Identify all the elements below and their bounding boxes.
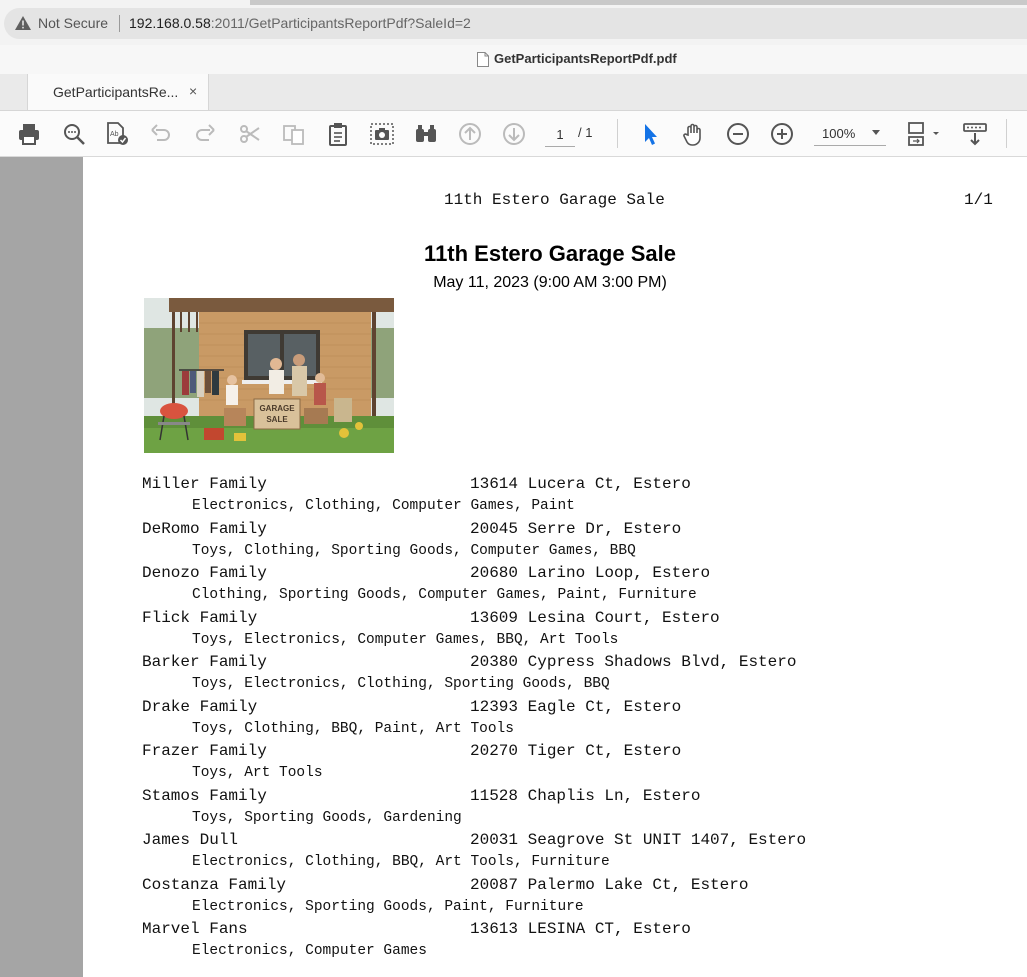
list-item: Costanza Family 20087 Palermo Lake Ct, Es… bbox=[142, 876, 1002, 921]
zoom-select[interactable]: 100% bbox=[814, 121, 886, 146]
participant-categories: Toys, Art Tools bbox=[192, 765, 323, 781]
participant-address: 13614 Lucera Ct, Estero bbox=[470, 475, 691, 493]
zoom-value: 100% bbox=[822, 126, 856, 141]
snapshot-icon[interactable] bbox=[369, 121, 395, 147]
address-divider bbox=[119, 15, 120, 32]
url-text[interactable]: 192.168.0.58:2011/GetParticipantsReportP… bbox=[129, 15, 471, 31]
undo-icon[interactable] bbox=[148, 121, 174, 147]
list-item: Barker Family 20380 Cypress Shadows Blvd,… bbox=[142, 653, 1002, 698]
running-header: 11th Estero Garage Sale bbox=[444, 191, 665, 209]
list-item: Drake Family 12393 Eagle Ct, Estero Toys, … bbox=[142, 698, 1002, 743]
list-item: Stamos Family 11528 Chaplis Ln, Estero Toy… bbox=[142, 787, 1002, 832]
pdf-toolbar: Ab / 1 100% bbox=[0, 111, 1027, 157]
pdf-title-bar: GetParticipantsReportPdf.pdf bbox=[0, 45, 1027, 75]
url-host: 192.168.0.58 bbox=[129, 15, 211, 31]
security-status[interactable]: Not Secure bbox=[38, 15, 108, 31]
participant-name: Marvel Fans bbox=[142, 920, 248, 938]
participant-address: 20270 Tiger Ct, Estero bbox=[470, 742, 682, 760]
participant-name: Barker Family bbox=[142, 653, 267, 671]
print-icon[interactable] bbox=[16, 121, 42, 147]
chevron-down-icon bbox=[872, 130, 880, 135]
warning-icon bbox=[15, 16, 31, 30]
participant-name: Drake Family bbox=[142, 697, 258, 716]
document-tab[interactable]: GetParticipantsRe... × bbox=[27, 74, 209, 110]
spell-check-icon[interactable]: Ab bbox=[104, 121, 130, 147]
participant-address: 20380 Cypress Shadows Blvd, Estero bbox=[470, 653, 797, 671]
url-path: :2011/GetParticipantsReportPdf?SaleId=2 bbox=[210, 15, 471, 31]
redo-icon[interactable] bbox=[192, 121, 218, 147]
participant-name: Stamos Family bbox=[142, 786, 267, 805]
participant-list: Miller Family 13614 Lucera Ct, Estero Elec… bbox=[142, 475, 1002, 965]
document-tab-label: GetParticipantsRe... bbox=[53, 84, 179, 100]
page-total-label: / 1 bbox=[578, 125, 593, 140]
next-page-icon[interactable] bbox=[501, 121, 527, 147]
close-tab-icon[interactable]: × bbox=[189, 83, 197, 99]
participant-name: Flick Family bbox=[142, 608, 258, 627]
sale-date: May 11, 2023 (9:00 AM 3:00 PM) bbox=[433, 274, 667, 291]
participant-categories: Electronics, Clothing, Computer Games, P… bbox=[192, 498, 575, 514]
page-indicator: 1/1 bbox=[964, 191, 993, 209]
list-item: Miller Family 13614 Lucera Ct, Estero Elec… bbox=[142, 475, 1002, 520]
svg-text:Ab: Ab bbox=[110, 131, 119, 138]
participant-categories: Toys, Sporting Goods, Gardening bbox=[192, 809, 462, 826]
address-bar[interactable]: Not Secure 192.168.0.58:2011/GetParticip… bbox=[4, 8, 1027, 39]
hand-tool-icon[interactable] bbox=[681, 121, 707, 147]
zoom-in-icon[interactable] bbox=[769, 121, 795, 147]
participant-address: 20045 Serre Dr, Estero bbox=[470, 519, 682, 538]
document-title: 11th Estero Garage Sale bbox=[424, 241, 676, 266]
participant-categories: Electronics, Computer Games bbox=[192, 943, 427, 959]
zoom-out-icon[interactable] bbox=[725, 121, 751, 147]
svg-text:GARAGE: GARAGE bbox=[259, 404, 295, 413]
document-icon bbox=[477, 52, 489, 67]
previous-page-icon[interactable] bbox=[457, 121, 483, 147]
participant-name: James Dull bbox=[142, 831, 239, 849]
read-mode-icon[interactable] bbox=[962, 121, 988, 147]
page-fit-icon[interactable] bbox=[906, 121, 942, 147]
cut-icon[interactable] bbox=[237, 121, 263, 147]
participant-name: Miller Family bbox=[142, 475, 267, 493]
list-item: Frazer Family 20270 Tiger Ct, Estero Toys,… bbox=[142, 742, 1002, 787]
participant-address: 20680 Larino Loop, Estero bbox=[470, 564, 711, 582]
participant-name: Denozo Family bbox=[142, 564, 267, 582]
participant-categories: Toys, Clothing, BBQ, Paint, Art Tools bbox=[192, 720, 514, 737]
toolbar-divider bbox=[617, 119, 618, 148]
document-tab-strip: GetParticipantsRe... × bbox=[0, 74, 1027, 111]
garage-sale-photo: GARAGE SALE bbox=[144, 298, 394, 453]
paste-icon[interactable] bbox=[325, 121, 351, 147]
participant-address: 12393 Eagle Ct, Estero bbox=[470, 697, 682, 716]
participant-name: Costanza Family bbox=[142, 875, 287, 894]
participant-categories: Electronics, Clothing, BBQ, Art Tools, F… bbox=[192, 854, 610, 870]
binoculars-icon[interactable] bbox=[413, 121, 439, 147]
document-viewer[interactable]: 11th Estero Garage Sale 1/1 11th Estero … bbox=[0, 157, 1027, 977]
list-item: DeRomo Family 20045 Serre Dr, Estero Toys,… bbox=[142, 520, 1002, 565]
list-item: Flick Family 13609 Lesina Court, Estero To… bbox=[142, 609, 1002, 654]
browser-chrome: Not Secure 192.168.0.58:2011/GetParticip… bbox=[0, 0, 1027, 45]
participant-address: 11528 Chaplis Ln, Estero bbox=[470, 786, 701, 805]
search-icon[interactable] bbox=[61, 121, 87, 147]
participant-categories: Toys, Electronics, Computer Games, BBQ, … bbox=[192, 631, 619, 648]
participant-name: DeRomo Family bbox=[142, 519, 267, 538]
list-item: Denozo Family 20680 Larino Loop, Estero Cl… bbox=[142, 564, 1002, 609]
toolbar-divider bbox=[1006, 119, 1007, 148]
window-scrollbar[interactable] bbox=[250, 0, 1027, 5]
participant-address: 20087 Palermo Lake Ct, Estero bbox=[470, 875, 749, 894]
svg-text:SALE: SALE bbox=[266, 415, 288, 424]
participant-categories: Toys, Clothing, Sporting Goods, Computer… bbox=[192, 542, 636, 559]
participant-categories: Electronics, Sporting Goods, Paint, Furn… bbox=[192, 898, 584, 915]
participant-address: 13609 Lesina Court, Estero bbox=[470, 608, 720, 627]
participant-categories: Clothing, Sporting Goods, Computer Games… bbox=[192, 587, 697, 603]
pdf-file-name: GetParticipantsReportPdf.pdf bbox=[494, 51, 677, 66]
list-item: James Dull 20031 Seagrove St UNIT 1407, E… bbox=[142, 831, 1002, 876]
select-cursor-icon[interactable] bbox=[637, 121, 663, 147]
list-item: Marvel Fans 13613 LESINA CT, Estero Electr… bbox=[142, 920, 1002, 965]
participant-categories: Toys, Electronics, Clothing, Sporting Go… bbox=[192, 676, 610, 692]
participant-address: 20031 Seagrove St UNIT 1407, Estero bbox=[470, 831, 807, 849]
pdf-page: 11th Estero Garage Sale 1/1 11th Estero … bbox=[83, 157, 1027, 977]
participant-address: 13613 LESINA CT, Estero bbox=[470, 920, 691, 938]
page-number-input[interactable] bbox=[545, 123, 575, 147]
copy-icon[interactable] bbox=[281, 121, 307, 147]
participant-name: Frazer Family bbox=[142, 742, 267, 760]
